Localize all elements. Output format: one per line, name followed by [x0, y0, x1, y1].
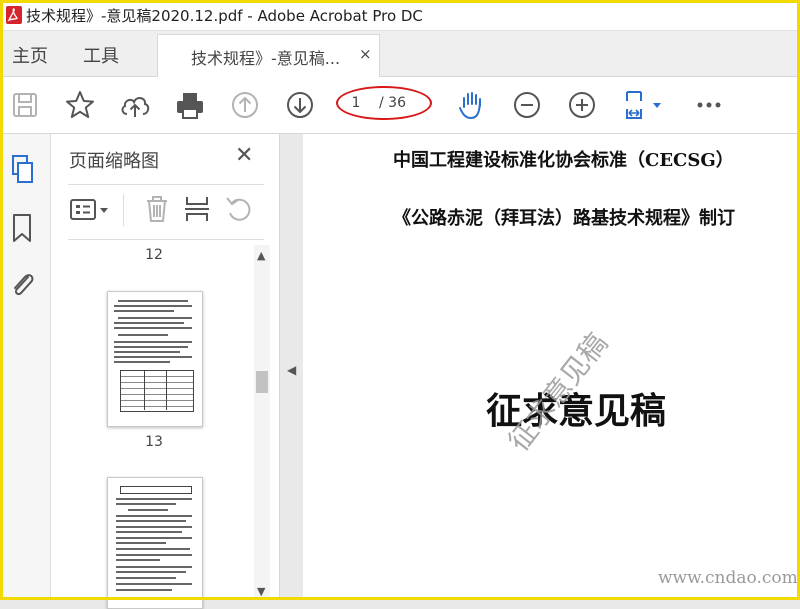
- thumbnail-page-number: 12: [145, 247, 163, 263]
- tab-document-label: 技术规程》-意见稿...: [191, 49, 341, 68]
- tab-tools[interactable]: 工具: [83, 42, 119, 68]
- panel-title: 页面缩略图: [69, 151, 159, 172]
- print-icon[interactable]: [174, 89, 206, 121]
- panel-collapse-strip[interactable]: ◀: [280, 134, 303, 600]
- scroll-thumb[interactable]: [256, 371, 268, 393]
- document-standard-line: 中国工程建设标准化协会标准（CECSG）: [393, 150, 734, 171]
- tab-home[interactable]: 主页: [12, 42, 48, 68]
- thumbnail-panel: 页面缩略图 ✕ 12 13 ▲ ▼: [51, 134, 280, 609]
- title-bar: 技术规程》-意见稿2020.12.pdf - Adobe Acrobat Pro…: [0, 0, 800, 31]
- divider: [68, 184, 264, 185]
- scroll-down-arrow[interactable]: ▼: [257, 585, 265, 598]
- page-thumbnails-icon[interactable]: [8, 154, 36, 184]
- upload-cloud-icon[interactable]: [119, 89, 151, 121]
- document-title-line: 《公路赤泥（拜耳法）路基技术规程》制订: [393, 208, 735, 229]
- close-icon[interactable]: ×: [359, 45, 372, 63]
- collapse-arrow-icon[interactable]: ◀: [287, 363, 296, 377]
- scroll-up-arrow[interactable]: ▲: [257, 249, 265, 262]
- bookmark-star-icon[interactable]: [64, 89, 96, 121]
- document-page: 中国工程建设标准化协会标准（CECSG） 《公路赤泥（拜耳法）路基技术规程》制订…: [303, 134, 800, 600]
- divider: [68, 239, 264, 240]
- hand-tool-icon[interactable]: [456, 89, 488, 121]
- delete-icon[interactable]: [142, 194, 172, 224]
- options-icon[interactable]: [69, 194, 113, 224]
- previous-page-icon[interactable]: [229, 89, 261, 121]
- acrobat-app-icon: [6, 6, 22, 24]
- tab-document[interactable]: 技术规程》-意见稿... ×: [157, 34, 380, 77]
- close-icon[interactable]: ✕: [235, 143, 253, 168]
- insert-page-icon[interactable]: [182, 194, 212, 224]
- site-watermark: www.cndao.com: [658, 568, 798, 588]
- left-navigation-rail: [0, 134, 51, 600]
- undo-icon[interactable]: [224, 194, 254, 224]
- more-icon[interactable]: [693, 89, 725, 121]
- bookmarks-icon[interactable]: [8, 213, 36, 243]
- page-fit-icon[interactable]: [621, 89, 667, 121]
- zoom-in-icon[interactable]: [566, 89, 598, 121]
- highlight-oval: [336, 86, 432, 120]
- tab-bar: 主页 工具 技术规程》-意见稿... ×: [0, 31, 800, 77]
- page-thumbnail[interactable]: [107, 291, 203, 427]
- attachments-icon[interactable]: [8, 269, 36, 299]
- thumbnail-scrollbar[interactable]: ▲ ▼: [254, 245, 270, 600]
- page-thumbnail[interactable]: [107, 477, 203, 609]
- window-title: 技术规程》-意见稿2020.12.pdf - Adobe Acrobat Pro…: [26, 7, 423, 25]
- next-page-icon[interactable]: [284, 89, 316, 121]
- zoom-out-icon[interactable]: [511, 89, 543, 121]
- save-icon[interactable]: [9, 89, 41, 121]
- divider: [123, 194, 124, 226]
- thumbnail-page-number: 13: [145, 434, 163, 450]
